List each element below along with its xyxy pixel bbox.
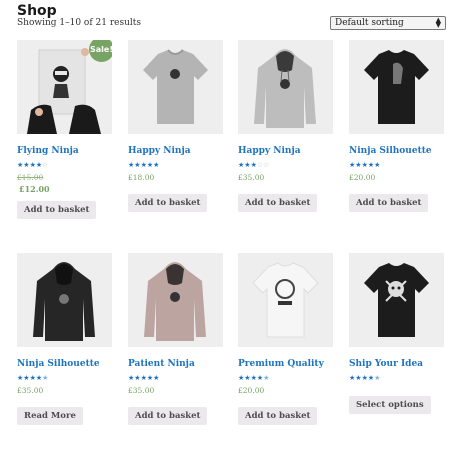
star-rating: ★★★★★ bbox=[17, 374, 112, 382]
black-tshirt-image bbox=[364, 50, 429, 124]
black-hoodie-image bbox=[33, 262, 95, 341]
product-title[interactable]: Ninja Silhouette bbox=[17, 359, 112, 371]
product-image[interactable] bbox=[349, 253, 444, 347]
product-title[interactable]: Flying Ninja bbox=[17, 146, 112, 158]
star-rating: ★★★★★ bbox=[349, 161, 444, 169]
product-title[interactable]: Premium Quality bbox=[238, 359, 333, 371]
star-rating: ★★★★☆ bbox=[17, 161, 112, 169]
page-title: Shop bbox=[17, 3, 57, 19]
old-price: £15.00 bbox=[17, 173, 44, 182]
star-icon: ☆ bbox=[42, 161, 49, 169]
product-image[interactable] bbox=[349, 40, 444, 134]
star-rating: ★★★★★ bbox=[349, 374, 444, 382]
star-icon: ☆ bbox=[263, 161, 270, 169]
add-to-basket-button[interactable]: Add to basket bbox=[238, 407, 318, 425]
grey-tshirt-image bbox=[143, 49, 208, 124]
sale-badge: Sale! bbox=[89, 40, 112, 62]
product-title[interactable]: Happy Ninja bbox=[128, 146, 223, 158]
product-title[interactable]: Patient Ninja bbox=[128, 359, 223, 371]
product-image[interactable]: Sale! bbox=[17, 40, 112, 134]
star-icon: ★ bbox=[153, 374, 160, 382]
product-image[interactable] bbox=[17, 253, 112, 347]
product-card: Ninja Silhouette ★★★★★ £20.00 Add to bas… bbox=[349, 40, 444, 212]
price: £20.00 bbox=[349, 173, 376, 182]
price: £18.00 bbox=[128, 173, 155, 182]
product-card: Premium Quality ★★★★★ £20.00 Add to bask… bbox=[238, 253, 333, 425]
product-title[interactable]: Happy Ninja bbox=[238, 146, 333, 158]
price: £35.00 bbox=[17, 386, 44, 395]
product-card: Sale! Flying Ninja ★★★★☆ £15.00 £12.00 A… bbox=[17, 40, 112, 219]
add-to-basket-button[interactable]: Add to basket bbox=[349, 194, 429, 212]
add-to-basket-button[interactable]: Add to basket bbox=[128, 194, 208, 212]
black-tshirt-skull-image bbox=[364, 263, 429, 337]
product-image[interactable] bbox=[238, 40, 333, 134]
star-rating: ★★★★★ bbox=[238, 374, 333, 382]
product-card: Patient Ninja ★★★★★ £35.00 Add to basket bbox=[128, 253, 223, 425]
add-to-basket-button[interactable]: Add to basket bbox=[238, 194, 318, 212]
price: £20.00 bbox=[238, 386, 265, 395]
star-icon: ★ bbox=[263, 374, 270, 382]
product-title[interactable]: Ninja Silhouette bbox=[349, 146, 444, 158]
product-image[interactable] bbox=[128, 40, 223, 134]
star-icon: ★ bbox=[374, 161, 381, 169]
product-title[interactable]: Ship Your Idea bbox=[349, 359, 444, 371]
product-image[interactable] bbox=[238, 253, 333, 347]
star-icon: ★ bbox=[42, 374, 49, 382]
sort-select-value: Default sorting bbox=[335, 18, 404, 28]
star-rating: ★★★★★ bbox=[128, 161, 223, 169]
add-to-basket-button[interactable]: Add to basket bbox=[17, 201, 97, 219]
product-image[interactable] bbox=[128, 253, 223, 347]
product-card: Ship Your Idea ★★★★★ Select options bbox=[349, 253, 444, 414]
pink-hoodie-image bbox=[144, 262, 206, 341]
add-to-basket-button[interactable]: Add to basket bbox=[128, 407, 208, 425]
result-count: Showing 1–10 of 21 results bbox=[17, 18, 142, 28]
select-arrows-icon: ▲ ▼ bbox=[435, 16, 441, 29]
read-more-button[interactable]: Read More bbox=[17, 407, 83, 425]
price: £35.00 bbox=[128, 386, 155, 395]
sort-select[interactable]: Default sorting ▲ ▼ bbox=[330, 16, 446, 30]
sale-price: £12.00 bbox=[19, 184, 50, 194]
grey-hoodie-image bbox=[254, 49, 316, 128]
select-options-button[interactable]: Select options bbox=[349, 396, 431, 414]
product-card: Happy Ninja ★★★☆☆ £35.00 Add to basket bbox=[238, 40, 333, 212]
product-card: Ninja Silhouette ★★★★★ £35.00 Read More bbox=[17, 253, 112, 425]
star-rating: ★★★☆☆ bbox=[238, 161, 333, 169]
star-rating: ★★★★★ bbox=[128, 374, 223, 382]
white-tshirt-image bbox=[252, 262, 319, 338]
price: £35.00 bbox=[238, 173, 265, 182]
star-icon: ★ bbox=[153, 161, 160, 169]
product-card: Happy Ninja ★★★★★ £18.00 Add to basket bbox=[128, 40, 223, 212]
star-icon: ★ bbox=[374, 374, 381, 382]
